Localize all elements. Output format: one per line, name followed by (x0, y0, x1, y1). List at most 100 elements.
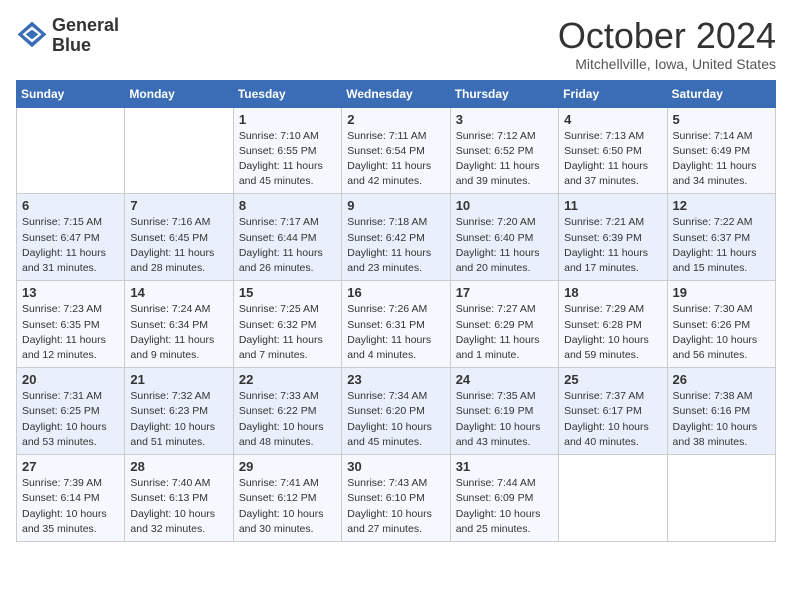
day-info: Sunrise: 7:23 AMSunset: 6:35 PMDaylight:… (22, 302, 119, 363)
day-info: Sunrise: 7:40 AMSunset: 6:13 PMDaylight:… (130, 476, 227, 537)
calendar-cell: 17 Sunrise: 7:27 AMSunset: 6:29 PMDayligh… (450, 281, 558, 368)
day-number: 21 (130, 372, 227, 387)
calendar-cell: 22 Sunrise: 7:33 AMSunset: 6:22 PMDayligh… (233, 368, 341, 455)
calendar-cell: 20 Sunrise: 7:31 AMSunset: 6:25 PMDayligh… (17, 368, 125, 455)
day-info: Sunrise: 7:13 AMSunset: 6:50 PMDaylight:… (564, 129, 661, 190)
calendar-cell: 9 Sunrise: 7:18 AMSunset: 6:42 PMDaylight… (342, 194, 450, 281)
day-number: 4 (564, 112, 661, 127)
day-number: 5 (673, 112, 770, 127)
calendar-cell: 28 Sunrise: 7:40 AMSunset: 6:13 PMDayligh… (125, 455, 233, 542)
week-row-2: 13 Sunrise: 7:23 AMSunset: 6:35 PMDayligh… (17, 281, 776, 368)
calendar-cell: 6Sunrise: 7:15 AMSunset: 6:47 PMDaylight… (17, 194, 125, 281)
calendar-cell: 27 Sunrise: 7:39 AMSunset: 6:14 PMDayligh… (17, 455, 125, 542)
calendar-cell: 18Sunrise: 7:29 AMSunset: 6:28 PMDayligh… (559, 281, 667, 368)
day-info: Sunrise: 7:25 AMSunset: 6:32 PMDaylight:… (239, 302, 336, 363)
day-info: Sunrise: 7:17 AMSunset: 6:44 PMDaylight:… (239, 215, 336, 276)
day-number: 15 (239, 285, 336, 300)
day-info: Sunrise: 7:22 AMSunset: 6:37 PMDaylight:… (673, 215, 770, 276)
header-sunday: Sunday (17, 80, 125, 107)
week-row-4: 27 Sunrise: 7:39 AMSunset: 6:14 PMDayligh… (17, 455, 776, 542)
day-number: 22 (239, 372, 336, 387)
calendar-cell: 25Sunrise: 7:37 AMSunset: 6:17 PMDayligh… (559, 368, 667, 455)
calendar-cell: 26 Sunrise: 7:38 AMSunset: 6:16 PMDayligh… (667, 368, 775, 455)
calendar-cell: 31Sunrise: 7:44 AMSunset: 6:09 PMDayligh… (450, 455, 558, 542)
day-number: 7 (130, 198, 227, 213)
calendar-cell: 10Sunrise: 7:20 AMSunset: 6:40 PMDayligh… (450, 194, 558, 281)
day-number: 13 (22, 285, 119, 300)
calendar-cell: 16Sunrise: 7:26 AMSunset: 6:31 PMDayligh… (342, 281, 450, 368)
day-info: Sunrise: 7:21 AMSunset: 6:39 PMDaylight:… (564, 215, 661, 276)
page-header: General Blue October 2024 Mitchellville,… (16, 16, 776, 72)
day-number: 20 (22, 372, 119, 387)
header-saturday: Saturday (667, 80, 775, 107)
day-info: Sunrise: 7:26 AMSunset: 6:31 PMDaylight:… (347, 302, 444, 363)
location: Mitchellville, Iowa, United States (558, 56, 776, 72)
calendar-header-row: SundayMondayTuesdayWednesdayThursdayFrid… (17, 80, 776, 107)
week-row-3: 20 Sunrise: 7:31 AMSunset: 6:25 PMDayligh… (17, 368, 776, 455)
calendar-cell: 29 Sunrise: 7:41 AMSunset: 6:12 PMDayligh… (233, 455, 341, 542)
calendar-cell (125, 107, 233, 194)
calendar-cell: 2 Sunrise: 7:11 AMSunset: 6:54 PMDaylight… (342, 107, 450, 194)
day-info: Sunrise: 7:11 AMSunset: 6:54 PMDaylight:… (347, 129, 444, 190)
day-number: 6 (22, 198, 119, 213)
day-info: Sunrise: 7:32 AMSunset: 6:23 PMDaylight:… (130, 389, 227, 450)
calendar-cell: 12Sunrise: 7:22 AMSunset: 6:37 PMDayligh… (667, 194, 775, 281)
day-info: Sunrise: 7:12 AMSunset: 6:52 PMDaylight:… (456, 129, 553, 190)
logo-text: General Blue (52, 16, 119, 56)
header-thursday: Thursday (450, 80, 558, 107)
day-info: Sunrise: 7:30 AMSunset: 6:26 PMDaylight:… (673, 302, 770, 363)
day-info: Sunrise: 7:38 AMSunset: 6:16 PMDaylight:… (673, 389, 770, 450)
calendar-cell: 8 Sunrise: 7:17 AMSunset: 6:44 PMDaylight… (233, 194, 341, 281)
day-info: Sunrise: 7:27 AMSunset: 6:29 PMDaylight:… (456, 302, 553, 363)
day-info: Sunrise: 7:34 AMSunset: 6:20 PMDaylight:… (347, 389, 444, 450)
day-number: 9 (347, 198, 444, 213)
day-info: Sunrise: 7:29 AMSunset: 6:28 PMDaylight:… (564, 302, 661, 363)
day-number: 28 (130, 459, 227, 474)
day-number: 17 (456, 285, 553, 300)
calendar-cell: 15 Sunrise: 7:25 AMSunset: 6:32 PMDayligh… (233, 281, 341, 368)
day-number: 25 (564, 372, 661, 387)
calendar-cell: 5 Sunrise: 7:14 AMSunset: 6:49 PMDaylight… (667, 107, 775, 194)
day-number: 3 (456, 112, 553, 127)
calendar-cell: 14Sunrise: 7:24 AMSunset: 6:34 PMDayligh… (125, 281, 233, 368)
calendar-cell (17, 107, 125, 194)
day-number: 8 (239, 198, 336, 213)
day-info: Sunrise: 7:18 AMSunset: 6:42 PMDaylight:… (347, 215, 444, 276)
day-number: 24 (456, 372, 553, 387)
day-number: 14 (130, 285, 227, 300)
calendar-cell: 19Sunrise: 7:30 AMSunset: 6:26 PMDayligh… (667, 281, 775, 368)
calendar-cell: 4 Sunrise: 7:13 AMSunset: 6:50 PMDaylight… (559, 107, 667, 194)
calendar-cell: 1 Sunrise: 7:10 AMSunset: 6:55 PMDaylight… (233, 107, 341, 194)
logo-icon (16, 20, 48, 52)
calendar-cell: 30Sunrise: 7:43 AMSunset: 6:10 PMDayligh… (342, 455, 450, 542)
day-number: 2 (347, 112, 444, 127)
calendar-cell: 11 Sunrise: 7:21 AMSunset: 6:39 PMDayligh… (559, 194, 667, 281)
day-number: 30 (347, 459, 444, 474)
calendar-table: SundayMondayTuesdayWednesdayThursdayFrid… (16, 80, 776, 542)
calendar-cell (559, 455, 667, 542)
header-wednesday: Wednesday (342, 80, 450, 107)
day-info: Sunrise: 7:33 AMSunset: 6:22 PMDaylight:… (239, 389, 336, 450)
day-number: 26 (673, 372, 770, 387)
day-info: Sunrise: 7:44 AMSunset: 6:09 PMDaylight:… (456, 476, 553, 537)
day-info: Sunrise: 7:20 AMSunset: 6:40 PMDaylight:… (456, 215, 553, 276)
day-info: Sunrise: 7:14 AMSunset: 6:49 PMDaylight:… (673, 129, 770, 190)
calendar-body: 1 Sunrise: 7:10 AMSunset: 6:55 PMDaylight… (17, 107, 776, 541)
day-number: 1 (239, 112, 336, 127)
calendar-cell: 23Sunrise: 7:34 AMSunset: 6:20 PMDayligh… (342, 368, 450, 455)
day-info: Sunrise: 7:31 AMSunset: 6:25 PMDaylight:… (22, 389, 119, 450)
day-number: 27 (22, 459, 119, 474)
day-info: Sunrise: 7:39 AMSunset: 6:14 PMDaylight:… (22, 476, 119, 537)
header-tuesday: Tuesday (233, 80, 341, 107)
calendar-cell: 7Sunrise: 7:16 AMSunset: 6:45 PMDaylight… (125, 194, 233, 281)
week-row-1: 6Sunrise: 7:15 AMSunset: 6:47 PMDaylight… (17, 194, 776, 281)
day-number: 29 (239, 459, 336, 474)
day-info: Sunrise: 7:10 AMSunset: 6:55 PMDaylight:… (239, 129, 336, 190)
calendar-cell: 3 Sunrise: 7:12 AMSunset: 6:52 PMDaylight… (450, 107, 558, 194)
day-info: Sunrise: 7:41 AMSunset: 6:12 PMDaylight:… (239, 476, 336, 537)
calendar-cell: 21 Sunrise: 7:32 AMSunset: 6:23 PMDayligh… (125, 368, 233, 455)
title-area: October 2024 Mitchellville, Iowa, United… (558, 16, 776, 72)
month-title: October 2024 (558, 16, 776, 56)
header-friday: Friday (559, 80, 667, 107)
day-number: 11 (564, 198, 661, 213)
